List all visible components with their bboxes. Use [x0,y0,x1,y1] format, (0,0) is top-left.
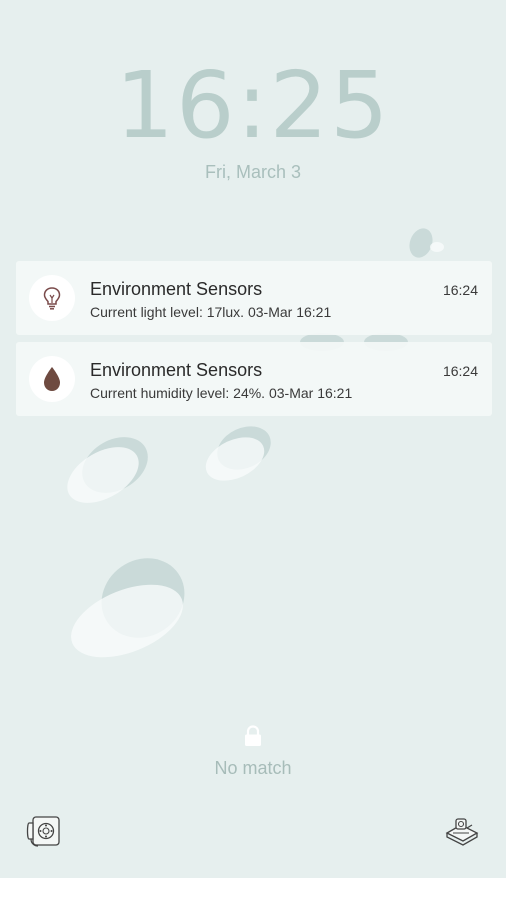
lockscreen-clock: 16:25 [115,52,391,159]
bottom-bar [0,878,506,900]
lightbulb-icon [29,275,75,321]
notification-time: 16:24 [442,363,478,379]
unlock-status: No match [214,758,292,778]
water-drop-icon [29,356,75,402]
phone-icon[interactable] [25,811,65,851]
notification-time: 16:24 [442,282,478,298]
notification-text: Current light level: 17lux. 03-Mar 16:21 [90,304,332,320]
notification-app-name: Environment Sensors [90,279,263,299]
camera-icon[interactable] [441,811,481,851]
notification-humidity-level[interactable]: Environment Sensors Current humidity lev… [16,342,492,416]
notification-app-name: Environment Sensors [90,360,263,380]
lockscreen: 16:25 Fri, March 3 Environment Sensors C… [0,0,506,878]
lock-icon [243,725,263,747]
notification-text: Current humidity level: 24%. 03-Mar 16:2… [90,385,353,401]
notification-light-level[interactable]: Environment Sensors Current light level:… [16,261,492,335]
lockscreen-date: Fri, March 3 [204,162,301,182]
